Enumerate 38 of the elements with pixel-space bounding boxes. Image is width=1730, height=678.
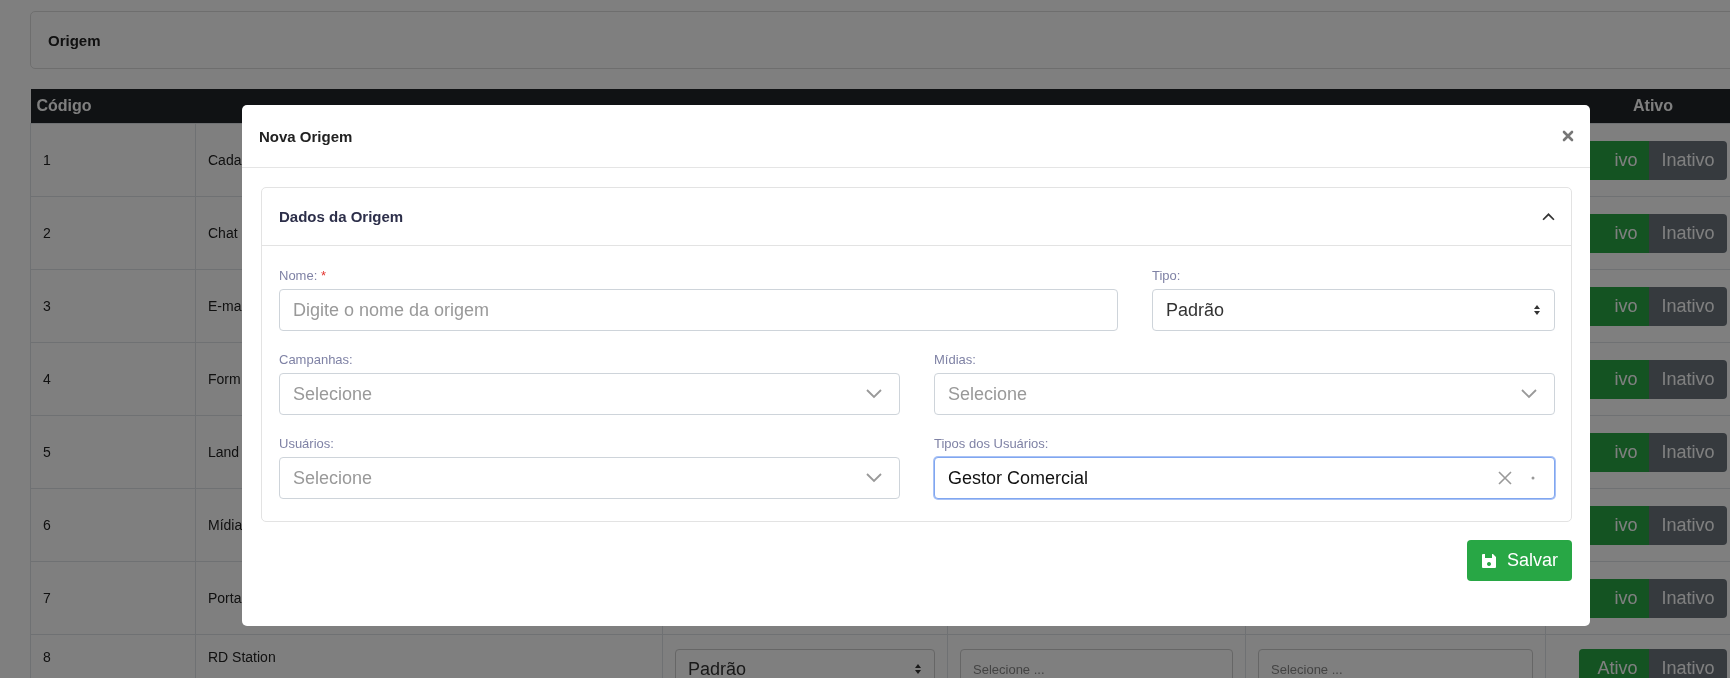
type-select[interactable]: Padrão bbox=[675, 649, 935, 678]
close-icon[interactable] bbox=[1562, 130, 1574, 142]
column-header: Código bbox=[30, 89, 196, 124]
section-title[interactable]: Dados da Origem bbox=[279, 208, 404, 225]
campaign-select[interactable]: Selecione ... bbox=[960, 649, 1233, 678]
sort-caret-icon bbox=[914, 663, 922, 675]
page-title: Origem bbox=[48, 31, 101, 49]
active-button[interactable]: Ativo bbox=[1579, 649, 1650, 678]
name-input[interactable]: Digite o nome da origem bbox=[279, 289, 1118, 331]
modal-title: Nova Origem bbox=[259, 127, 353, 145]
multiselect-field[interactable]: Selecione bbox=[279, 373, 900, 415]
field-label: Mídias: bbox=[934, 352, 977, 367]
media-select[interactable]: Selecione ... bbox=[1258, 649, 1533, 678]
chevron-down-icon bbox=[866, 389, 882, 399]
field-label: Usuários: bbox=[279, 436, 335, 451]
table-cell: 3 bbox=[30, 269, 196, 343]
chevron-down-icon bbox=[1521, 389, 1537, 399]
table-cell: 2 bbox=[30, 196, 196, 270]
sort-caret-icon bbox=[1533, 304, 1541, 316]
type-select[interactable]: Padrão bbox=[1152, 289, 1555, 331]
dot-icon bbox=[1531, 476, 1535, 480]
table-cell: 7 bbox=[30, 561, 196, 635]
multiselect-field[interactable]: Selecione bbox=[934, 373, 1555, 415]
table-cell: 5 bbox=[30, 415, 196, 489]
table-cell: 6 bbox=[30, 488, 196, 562]
chevron-down-icon bbox=[866, 473, 882, 483]
table-cell: 1 bbox=[30, 123, 196, 197]
field-label: Tipo: bbox=[1152, 268, 1182, 283]
chevron-icon[interactable] bbox=[1542, 212, 1555, 221]
field-label: Campanhas: bbox=[279, 352, 354, 367]
table-cell: 4 bbox=[30, 342, 196, 416]
field-label: Nome: * bbox=[279, 268, 327, 283]
multiselect-field[interactable]: Gestor Comercial bbox=[934, 457, 1555, 499]
table-cell: 8 bbox=[30, 634, 196, 678]
field-label: Tipos dos Usuários: bbox=[934, 436, 1050, 451]
save-button[interactable]: Salvar bbox=[1466, 540, 1572, 581]
multiselect-field[interactable]: Selecione bbox=[279, 457, 900, 499]
clear-icon[interactable] bbox=[1497, 470, 1513, 486]
